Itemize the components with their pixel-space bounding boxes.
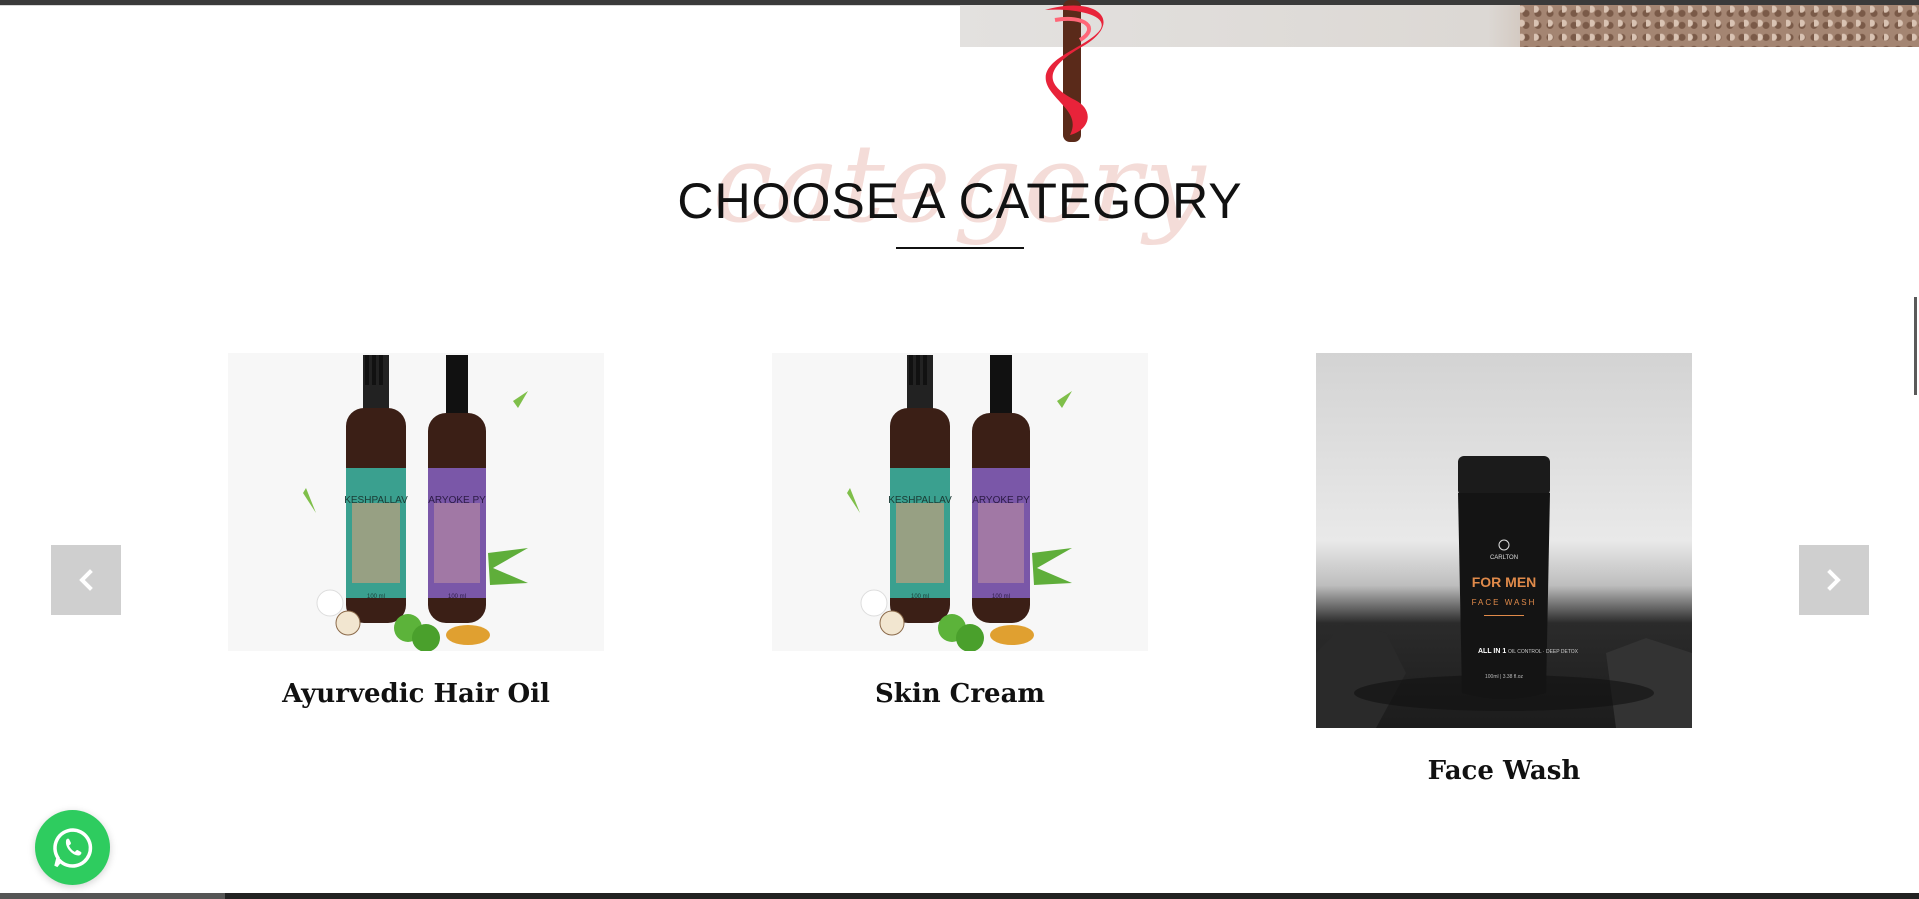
category-label[interactable]: Skin Cream bbox=[772, 679, 1148, 709]
category-image[interactable]: CARLTON FOR MEN FACE WASH ALL IN 1 OIL C… bbox=[1316, 353, 1692, 728]
bottle-left-volume: 100 ml bbox=[911, 594, 929, 600]
whatsapp-icon bbox=[52, 827, 92, 868]
facewash-volume: 100ml | 3.38 fl.oz bbox=[1485, 674, 1523, 680]
bottle-right-text: ARYOKE PY bbox=[428, 495, 486, 506]
section-heading: category CHOOSE A CATEGORY bbox=[600, 120, 1320, 260]
bottle-left-text: KESHPALLAV bbox=[344, 495, 408, 506]
facewash-features: OIL CONTROL · DEEP DETOX bbox=[1508, 649, 1579, 655]
facewash-brand: CARLTON bbox=[1490, 555, 1518, 561]
whatsapp-chat-button[interactable] bbox=[35, 810, 110, 885]
facewash-badge: ALL IN 1 bbox=[1478, 648, 1506, 655]
bottom-edge bbox=[0, 893, 1919, 899]
category-card-face-wash[interactable]: CARLTON FOR MEN FACE WASH ALL IN 1 OIL C… bbox=[1316, 353, 1692, 786]
category-card-skin-cream[interactable]: KESHPALLAV 100 ml ARYOKE PY 100 ml Skin … bbox=[772, 353, 1148, 709]
section-title: CHOOSE A CATEGORY bbox=[677, 173, 1243, 229]
bottle-left-text: KESHPALLAV bbox=[888, 495, 952, 506]
chevron-right-icon bbox=[1827, 569, 1841, 591]
bottle-right-volume: 100 ml bbox=[992, 594, 1010, 600]
page-scrollbar-thumb[interactable] bbox=[1914, 297, 1917, 395]
category-image[interactable]: KESHPALLAV 100 ml ARYOKE PY 100 ml bbox=[228, 353, 604, 651]
face-wash-image: CARLTON FOR MEN FACE WASH ALL IN 1 OIL C… bbox=[1316, 456, 1692, 728]
glitter-texture bbox=[1520, 5, 1919, 47]
bottle-right-text: ARYOKE PY bbox=[972, 495, 1030, 506]
carousel-next-button[interactable] bbox=[1799, 545, 1869, 615]
facewash-line2: FACE WASH bbox=[1472, 598, 1537, 607]
hair-oil-bottles-image: KESHPALLAV 100 ml ARYOKE PY 100 ml bbox=[772, 353, 1148, 651]
bottle-right-volume: 100 ml bbox=[448, 594, 466, 600]
category-label[interactable]: Ayurvedic Hair Oil bbox=[228, 679, 604, 709]
chevron-left-icon bbox=[79, 569, 93, 591]
facewash-line1: FOR MEN bbox=[1472, 574, 1537, 590]
title-underline bbox=[896, 247, 1024, 249]
hair-oil-bottles-image: KESHPALLAV 100 ml ARYOKE PY 100 ml bbox=[228, 353, 604, 651]
carousel-prev-button[interactable] bbox=[51, 545, 121, 615]
category-card-ayurvedic-hair-oil[interactable]: KESHPALLAV 100 ml ARYOKE PY 100 ml Ayurv… bbox=[228, 353, 604, 709]
category-image[interactable]: KESHPALLAV 100 ml ARYOKE PY 100 ml bbox=[772, 353, 1148, 651]
category-label[interactable]: Face Wash bbox=[1316, 756, 1692, 786]
bottle-left-volume: 100 ml bbox=[367, 594, 385, 600]
